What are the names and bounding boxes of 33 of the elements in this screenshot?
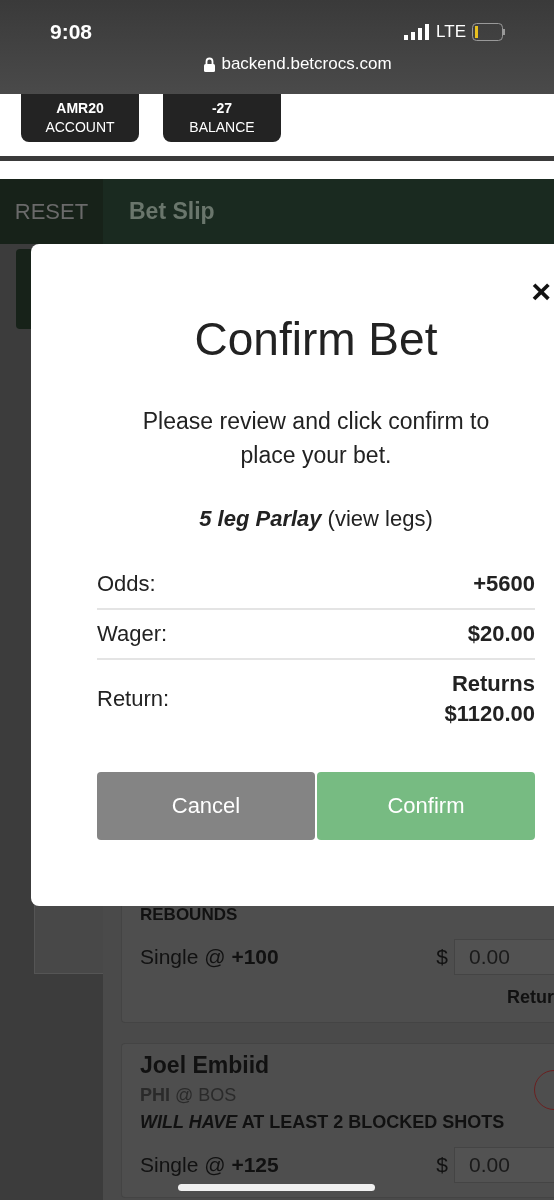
lock-icon (204, 56, 216, 72)
wager-text: Single @ +125 (140, 1153, 280, 1177)
amount-field[interactable]: 0.00 (454, 939, 554, 975)
amount-field[interactable]: 0.00 (454, 1147, 554, 1183)
returns-text: Retur (507, 987, 554, 1008)
parlay-title: 5 leg Parlay (199, 506, 322, 532)
currency-sign: $ (436, 945, 448, 969)
dialog-message: Please review and click confirm to place your bet. (141, 407, 491, 470)
row-label: Wager: (97, 621, 168, 647)
row-value: $20.00 (467, 620, 535, 648)
card-label: ACCOUNT (45, 119, 115, 135)
dialog-title: Confirm Bet (194, 312, 438, 366)
battery-icon (472, 23, 506, 41)
view-legs-link[interactable]: (view legs) (327, 506, 433, 532)
row-label: Odds: (97, 571, 156, 597)
currency-sign: $ (436, 1153, 448, 1177)
player-name: Joel Embiid (140, 1052, 270, 1079)
signal-icon (404, 24, 431, 40)
wager-text: Single @ +100 (140, 945, 280, 969)
url-text[interactable]: backend.betcrocs.com (221, 54, 392, 74)
row-value: Returns $1120.00 (444, 670, 535, 728)
row-value: +5600 (473, 570, 535, 598)
card-label: BALANCE (189, 119, 255, 135)
status-time: 9:08 (50, 20, 93, 44)
bet-description: WILL HAVE AT LEAST 2 BLOCKED SHOTS (140, 1112, 505, 1133)
card-value: -27 (211, 101, 233, 115)
cancel-button[interactable]: Cancel (97, 772, 315, 840)
row-label: Return: (97, 686, 170, 712)
card-value: AMR20 (56, 101, 104, 115)
network-label: LTE (436, 22, 466, 42)
bet-description: REBOUNDS (140, 905, 238, 925)
close-button[interactable]: × (531, 274, 551, 308)
bet-slip-title: Bet Slip (129, 198, 215, 225)
